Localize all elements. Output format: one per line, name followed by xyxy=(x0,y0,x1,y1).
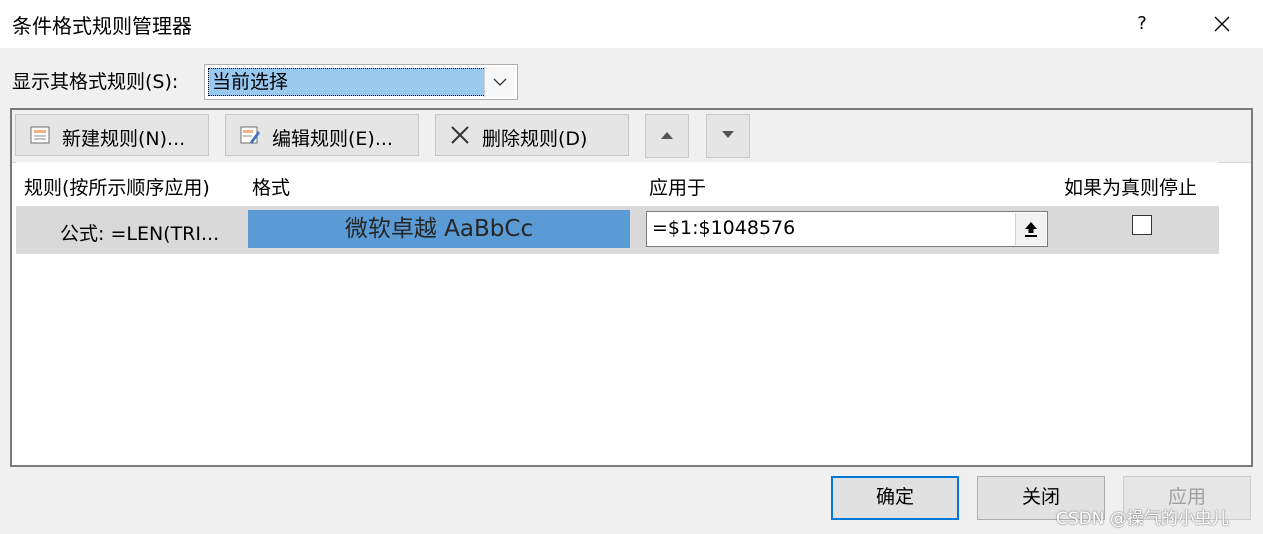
applies-to-input[interactable]: =$1:$1048576 xyxy=(646,211,1048,247)
column-header-stop-if-true[interactable]: 如果为真则停止 xyxy=(1058,162,1218,206)
new-rule-icon xyxy=(30,126,50,144)
rule-formula: 公式: =LEN(TRI... xyxy=(60,223,220,245)
triangle-down-icon xyxy=(722,131,734,138)
column-header-format[interactable]: 格式 xyxy=(244,162,642,206)
column-header-rule[interactable]: 规则(按所示顺序应用) xyxy=(16,162,245,206)
new-rule-label: 新建规则(N)... xyxy=(62,128,186,150)
show-rules-label: 显示其格式规则(S): xyxy=(12,71,179,93)
help-button[interactable]: ? xyxy=(1128,10,1156,38)
chevron-down-icon[interactable] xyxy=(484,67,515,97)
applies-to-value: =$1:$1048576 xyxy=(652,217,796,239)
close-icon[interactable] xyxy=(1206,8,1238,40)
delete-icon xyxy=(451,126,469,144)
triangle-up-icon xyxy=(661,132,673,139)
column-header-applies-to[interactable]: 应用于 xyxy=(641,162,1059,206)
collapse-dialog-icon[interactable] xyxy=(1015,213,1046,245)
ok-button[interactable]: 确定 xyxy=(831,476,959,520)
move-down-button[interactable] xyxy=(706,114,750,158)
format-preview: 微软卓越 AaBbCc xyxy=(248,210,630,248)
delete-rule-button[interactable]: 删除规则(D) xyxy=(435,114,629,156)
window-title: 条件格式规则管理器 xyxy=(12,14,192,38)
edit-rule-icon xyxy=(240,126,260,144)
title-bar: 条件格式规则管理器 ? xyxy=(0,0,1263,48)
rule-row[interactable]: 公式: =LEN(TRI... 微软卓越 AaBbCc =$1:$1048576 xyxy=(16,206,1219,254)
edit-rule-label: 编辑规则(E)... xyxy=(272,128,393,150)
watermark: CSDN @操气的小虫儿 xyxy=(1056,509,1229,529)
stop-if-true-checkbox[interactable] xyxy=(1132,215,1152,235)
rules-panel: 新建规则(N)... 编辑规则(E)... 删除规则(D) 规则(按所示顺序应用… xyxy=(10,108,1253,467)
new-rule-button[interactable]: 新建规则(N)... xyxy=(15,114,209,156)
edit-rule-button[interactable]: 编辑规则(E)... xyxy=(225,114,419,156)
delete-rule-label: 删除规则(D) xyxy=(482,128,588,150)
move-up-button[interactable] xyxy=(645,114,689,158)
show-rules-selected[interactable]: 当前选择 xyxy=(208,68,486,96)
rules-toolbar: 新建规则(N)... 编辑规则(E)... 删除规则(D) xyxy=(12,110,1251,163)
show-rules-dropdown[interactable]: 当前选择 xyxy=(204,64,518,100)
